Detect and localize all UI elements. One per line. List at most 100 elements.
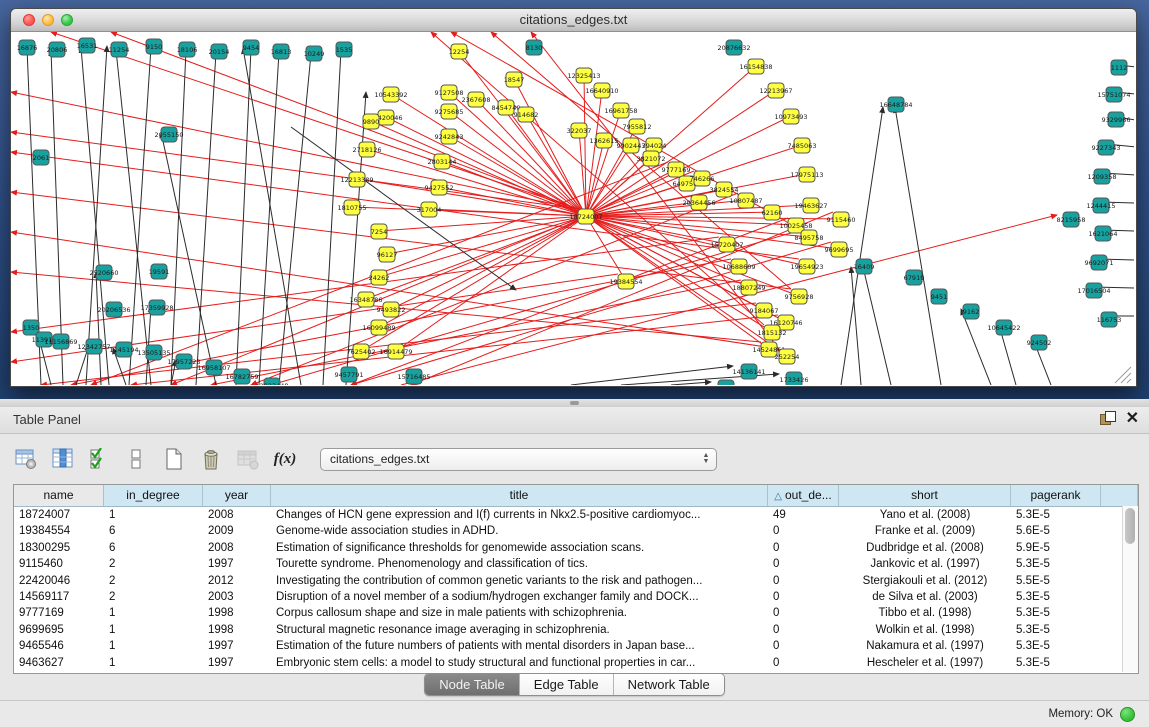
column-header-short[interactable]: short (839, 485, 1011, 506)
tab-node-table[interactable]: Node Table (425, 674, 520, 695)
graph-node-teal[interactable]: 15751074 (1097, 87, 1130, 102)
graph-node-yellow[interactable]: 16961758 (604, 103, 637, 118)
close-window-button[interactable] (23, 14, 35, 26)
table-cell[interactable]: 1 (104, 507, 203, 523)
scrollbar-thumb[interactable] (1125, 508, 1135, 544)
table-cell[interactable]: 6 (104, 523, 203, 539)
table-cell[interactable]: 1997 (203, 556, 271, 572)
graph-node-yellow[interactable]: 7254 (371, 224, 388, 239)
network-canvas[interactable]: 1687620806165311125491501810620154945416… (11, 32, 1134, 385)
delete-table-icon[interactable] (236, 447, 260, 471)
graph-node-yellow[interactable]: 10543392 (374, 87, 407, 102)
graph-node-yellow[interactable]: 19384554 (609, 274, 642, 289)
graph-node-yellow[interactable]: 12325413 (567, 68, 600, 83)
network-window[interactable]: citations_edges.txt 16876208061653111254… (10, 8, 1137, 387)
graph-node-teal[interactable]: 1621064 (1089, 226, 1118, 241)
table-cell[interactable]: 0 (768, 523, 839, 539)
graph-node-yellow[interactable]: 9275685 (435, 104, 464, 119)
graph-node-teal[interactable]: 1244415 (1087, 198, 1116, 213)
table-cell[interactable]: 22420046 (14, 573, 104, 589)
graph-node-yellow[interactable]: 7485063 (788, 138, 817, 153)
graph-node-yellow[interactable]: 1362615 (590, 133, 619, 148)
table-cell[interactable]: Corpus callosum shape and size in male p… (271, 605, 768, 621)
table-cell[interactable]: 1 (104, 655, 203, 671)
table-row[interactable]: 1938455462009Genome-wide association stu… (14, 523, 1138, 539)
table-cell[interactable]: 5.3E-5 (1011, 507, 1101, 523)
table-cell[interactable]: 2003 (203, 589, 271, 605)
table-cell[interactable]: 5.3E-5 (1011, 655, 1101, 671)
graph-node-teal[interactable]: 16813 (271, 44, 292, 59)
graph-node-yellow[interactable]: 2718126 (353, 142, 382, 157)
table-cell[interactable]: 6 (104, 540, 203, 556)
table-cell[interactable]: 2008 (203, 540, 271, 556)
table-cell[interactable]: 9699695 (14, 622, 104, 638)
graph-node-teal[interactable]: 9162 (963, 304, 980, 319)
table-row[interactable]: 1872400712008Changes of HCN gene express… (14, 507, 1138, 523)
table-cell[interactable]: 5.3E-5 (1011, 605, 1101, 621)
graph-node-teal[interactable]: 8130 (526, 40, 543, 55)
tab-edge-table[interactable]: Edge Table (520, 674, 614, 695)
vertical-scrollbar[interactable] (1122, 506, 1138, 672)
graph-node-teal[interactable]: 18106 (177, 42, 198, 57)
network-window-titlebar[interactable]: citations_edges.txt (11, 9, 1136, 32)
delete-row-icon[interactable] (199, 447, 223, 471)
table-cell[interactable]: 0 (768, 556, 839, 572)
graph-node-teal[interactable]: 13505135 (137, 345, 170, 360)
table-cell[interactable]: 1997 (203, 638, 271, 654)
table-cell[interactable]: Changes of HCN gene expression and I(f) … (271, 507, 768, 523)
table-cell[interactable]: 5.5E-5 (1011, 573, 1101, 589)
table-cell[interactable]: 2012 (203, 573, 271, 589)
graph-node-teal[interactable]: 19591 (149, 264, 170, 279)
table-row[interactable]: 911546021997Tourette syndrome. Phenomeno… (14, 556, 1138, 572)
table-cell[interactable]: 2 (104, 589, 203, 605)
table-cell[interactable]: 5.3E-5 (1011, 589, 1101, 605)
graph-node-teal[interactable]: 9457791 (335, 367, 364, 382)
table-cell[interactable]: 2 (104, 573, 203, 589)
graph-node-teal[interactable]: 17016504 (1077, 283, 1110, 298)
float-window-icon[interactable] (1100, 411, 1116, 427)
graph-node-teal[interactable]: 16531 (77, 38, 98, 53)
table-row[interactable]: 1456911722003Disruption of a novel membe… (14, 589, 1138, 605)
table-cell[interactable]: 1 (104, 622, 203, 638)
graph-node-teal[interactable]: 9454 (243, 40, 260, 55)
memory-ok-icon[interactable] (1120, 707, 1135, 722)
table-cell[interactable]: Estimation of significance thresholds fo… (271, 540, 768, 556)
table-cell[interactable]: Genome-wide association studies in ADHD. (271, 523, 768, 539)
table-cell[interactable]: 18724007 (14, 507, 104, 523)
attribute-table[interactable]: namein_degreeyeartitle△out_de...shortpag… (13, 484, 1139, 674)
graph-node-teal[interactable]: 67919 (904, 270, 925, 285)
table-row[interactable]: 969969511998Structural magnetic resonanc… (14, 622, 1138, 638)
graph-node-teal[interactable]: 924502 (1027, 335, 1052, 350)
graph-node-yellow[interactable]: 9115460 (827, 212, 856, 227)
table-cell[interactable]: Franke et al. (2009) (839, 523, 1011, 539)
tab-network-table[interactable]: Network Table (614, 674, 724, 695)
graph-node-teal[interactable]: 2520660 (90, 265, 119, 280)
table-cell[interactable]: 9463627 (14, 655, 104, 671)
table-cell[interactable]: Stergiakouli et al. (2012) (839, 573, 1011, 589)
table-cell[interactable]: Nakamura et al. (1997) (839, 638, 1011, 654)
table-cell[interactable]: 0 (768, 655, 839, 671)
graph-node-teal[interactable]: 16876 (17, 40, 38, 55)
table-cell[interactable]: 5.6E-5 (1011, 523, 1101, 539)
graph-node-teal[interactable]: 18914 (716, 380, 737, 385)
graph-node-yellow[interactable]: 18547 (504, 72, 525, 87)
table-cell[interactable]: 18300295 (14, 540, 104, 556)
table-cell[interactable]: Tibbo et al. (1998) (839, 605, 1011, 621)
column-header-out-de-[interactable]: △out_de... (768, 485, 839, 506)
graph-node-yellow[interactable]: 322037 (567, 123, 592, 138)
table-row[interactable]: 977716911998Corpus callosum shape and si… (14, 605, 1138, 621)
table-cell[interactable]: 0 (768, 540, 839, 556)
column-header-pagerank[interactable]: pagerank (1011, 485, 1101, 506)
graph-node-yellow[interactable]: 12213967 (759, 83, 792, 98)
table-cell[interactable]: 1997 (203, 655, 271, 671)
graph-node-yellow[interactable]: 17975113 (790, 167, 823, 182)
divider-grip-icon[interactable] (570, 401, 579, 405)
graph-node-teal[interactable]: 16409 (854, 259, 875, 274)
table-cell[interactable]: 0 (768, 573, 839, 589)
table-cell[interactable]: 5.3E-5 (1011, 638, 1101, 654)
graph-node-yellow[interactable]: 96127 (377, 247, 398, 262)
graph-node-teal[interactable]: 17359928 (140, 300, 173, 315)
select-all-icon[interactable] (88, 447, 112, 471)
zoom-window-button[interactable] (61, 14, 73, 26)
table-cell[interactable]: Yano et al. (2008) (839, 507, 1011, 523)
